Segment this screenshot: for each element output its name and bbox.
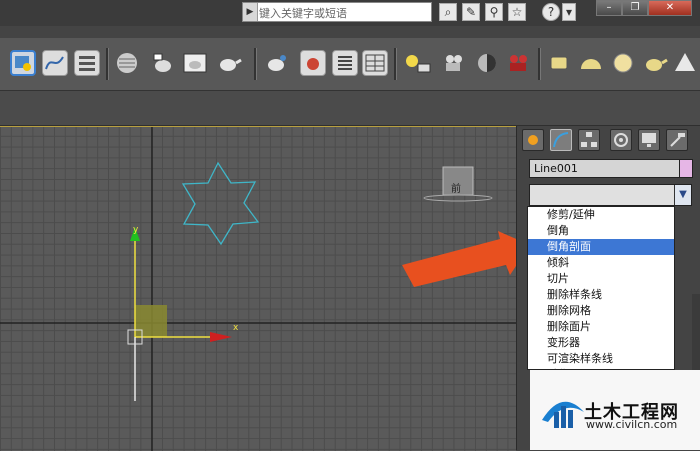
modifier-list-item[interactable]: 删除网格: [528, 303, 674, 319]
video-post-tool[interactable]: [506, 50, 532, 76]
cone-tool[interactable]: [672, 50, 698, 76]
modifier-list-dropdown[interactable]: ▼: [529, 184, 692, 206]
star-shape[interactable]: [181, 161, 260, 246]
sphere-tool[interactable]: [610, 50, 636, 76]
create-sun-icon: [528, 135, 538, 145]
tab-hierarchy[interactable]: [578, 129, 600, 151]
object-color-swatch[interactable]: [679, 159, 693, 178]
schematic-icon: [79, 56, 95, 71]
x-axis-arrow-icon: [210, 332, 232, 342]
modifier-list-item[interactable]: 倾斜: [528, 255, 674, 271]
display-monitor-icon: [642, 133, 656, 147]
restore-button[interactable]: ❐: [622, 0, 648, 16]
effects-icon: [307, 58, 319, 70]
civilcn-logo-icon: [542, 401, 584, 428]
gizmo-plane[interactable]: [135, 305, 167, 337]
tools-icon[interactable]: ✎: [462, 3, 480, 21]
help-button[interactable]: ?: [542, 3, 560, 21]
teapot-primitive-icon: [646, 58, 668, 71]
modifier-list-item[interactable]: 删除样条线: [528, 287, 674, 303]
viewport-canvas: [0, 127, 516, 451]
modifier-list-value: [530, 185, 675, 205]
effects-tool[interactable]: [300, 50, 326, 76]
modifier-list-item[interactable]: 删除面片: [528, 319, 674, 335]
teapot-icon: [220, 58, 242, 71]
render-production-tool[interactable]: [216, 50, 242, 76]
curve-editor-icon: [45, 56, 64, 70]
teapot-primitive-tool[interactable]: [642, 50, 668, 76]
help-dropdown-icon[interactable]: ▾: [562, 3, 576, 21]
modifier-list-item[interactable]: 可渲染样条线: [528, 351, 674, 367]
camera-tool[interactable]: [442, 50, 468, 76]
modifier-dropdown-list: 修剪/延伸倒角倒角剖面倾斜切片删除样条线删除网格删除面片变形器可渲染样条线融化: [527, 206, 675, 370]
main-toolbar: [0, 38, 700, 91]
render-setup-tool[interactable]: [150, 50, 176, 76]
minimize-button[interactable]: –: [596, 0, 622, 16]
helper-tool[interactable]: [474, 50, 500, 76]
connection-icon[interactable]: ⚲: [485, 3, 503, 21]
search-history-arrow-icon[interactable]: ▶: [243, 3, 258, 21]
camera-icon: [446, 55, 462, 71]
tab-create[interactable]: [522, 129, 544, 151]
material-editor-tool[interactable]: [114, 50, 140, 76]
rendered-frame-tool[interactable]: [182, 50, 208, 76]
tab-display[interactable]: [638, 129, 660, 151]
hammer-icon: [670, 133, 685, 147]
help-label: ?: [547, 5, 555, 19]
tab-modify[interactable]: [550, 129, 572, 151]
helper-sphere-icon: [478, 54, 496, 72]
top-viewport[interactable]: y x 前: [0, 126, 516, 451]
search-input[interactable]: 键入关键字或短语: [259, 5, 347, 21]
x-axis-label: x: [233, 323, 239, 333]
teapot-render-icon: [153, 53, 171, 72]
sphere-icon: [613, 53, 633, 73]
search-box[interactable]: ▶ 键入关键字或短语: [242, 2, 432, 22]
modifier-list-item[interactable]: 修剪/延伸: [528, 207, 674, 223]
list-icon: [338, 56, 352, 70]
light-tool[interactable]: [402, 50, 431, 76]
motion-icon: [614, 133, 628, 147]
curve-editor-tool[interactable]: [42, 50, 68, 76]
light-bulb-icon: [406, 55, 431, 73]
chevron-down-icon[interactable]: ▼: [674, 185, 691, 205]
modifier-list-item[interactable]: 变形器: [528, 335, 674, 351]
material-sphere-icon: [117, 53, 137, 73]
environment-teapot-icon: [268, 55, 286, 71]
explorer-icon: [15, 56, 31, 71]
watermark-url: www.civilcn.com: [586, 418, 678, 431]
object-name-field[interactable]: Line001: [529, 159, 687, 178]
close-button[interactable]: ✕: [648, 0, 692, 16]
rendered-frame-icon: [183, 53, 207, 73]
grid-icon: [365, 54, 385, 72]
secondary-toolbar: [0, 91, 700, 126]
modify-curve-icon: [553, 132, 569, 148]
binoculars-icon[interactable]: ⌕: [439, 3, 457, 21]
y-axis-label: y: [133, 225, 139, 235]
schematic-view-tool[interactable]: [74, 50, 100, 76]
plane-primitive-tool[interactable]: [546, 50, 572, 76]
pointer-arrow: [402, 231, 516, 287]
environment-tool[interactable]: [264, 50, 290, 76]
modifier-list-item[interactable]: 倒角: [528, 223, 674, 239]
modifier-list-item[interactable]: 切片: [528, 271, 674, 287]
film-camera-icon: [510, 55, 527, 71]
favorites-star-icon[interactable]: ☆: [508, 3, 526, 21]
cone-icon: [675, 53, 695, 71]
hemisphere-tool[interactable]: [578, 50, 604, 76]
hemisphere-icon: [581, 59, 601, 69]
tab-utilities[interactable]: [666, 129, 688, 151]
tab-motion[interactable]: [610, 129, 632, 151]
plane-icon: [550, 56, 568, 70]
title-bar: ▶ 键入关键字或短语 ⌕ ✎ ⚲ ☆ ? ▾ – ❐ ✕: [0, 0, 700, 26]
batch-render-tool[interactable]: [362, 50, 388, 76]
viewcube-label: 前: [451, 184, 461, 195]
hierarchy-icon: [581, 132, 597, 147]
viewcube-ring: [423, 194, 493, 202]
render-to-texture-tool[interactable]: [332, 50, 358, 76]
scene-explorer-tool[interactable]: [10, 50, 36, 76]
modifier-list-item[interactable]: 倒角剖面: [528, 239, 674, 255]
